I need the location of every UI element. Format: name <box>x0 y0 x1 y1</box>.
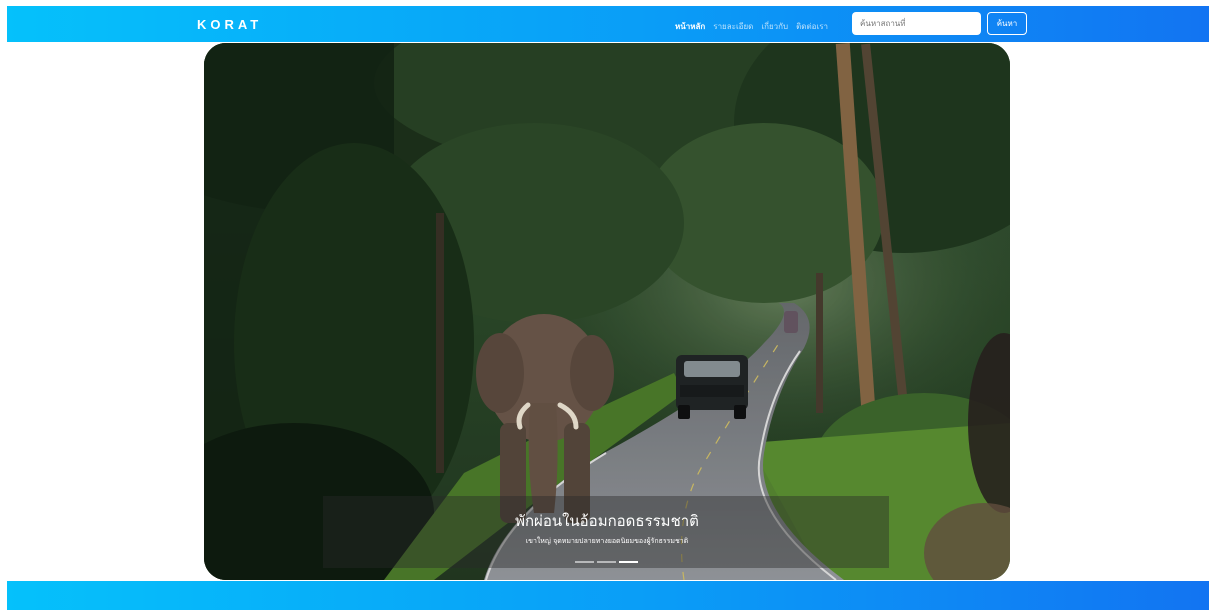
caption-text: เขาใหญ่ จุดหมายปลายทางยอดนิยมของผู้รักธร… <box>525 537 689 545</box>
carousel-indicator-3[interactable] <box>619 561 638 563</box>
carousel-indicator-2[interactable] <box>597 561 616 563</box>
nav-link-about[interactable]: เกี่ยวกับ <box>761 20 788 33</box>
footer <box>7 581 1209 610</box>
carousel-indicators <box>575 561 638 563</box>
nav-link-details[interactable]: รายละเอียด <box>713 20 753 33</box>
nav-link-home[interactable]: หน้าหลัก <box>675 20 705 33</box>
nav-links: หน้าหลัก รายละเอียด เกี่ยวกับ ติดต่อเรา <box>675 20 828 33</box>
nav-link-contact[interactable]: ติดต่อเรา <box>796 20 828 33</box>
caption-title: พักผ่อนในอ้อมกอดธรรมชาติ <box>515 512 699 530</box>
carousel-indicator-1[interactable] <box>575 561 594 563</box>
search-button[interactable]: ค้นหา <box>987 12 1027 35</box>
brand-logo[interactable]: KORAT <box>197 17 262 32</box>
hero-carousel[interactable]: พักผ่อนในอ้อมกอดธรรมชาติ เขาใหญ่ จุดหมาย… <box>204 43 1010 580</box>
search-input[interactable] <box>852 12 981 35</box>
navbar: KORAT หน้าหลัก รายละเอียด เกี่ยวกับ ติดต… <box>7 6 1209 42</box>
